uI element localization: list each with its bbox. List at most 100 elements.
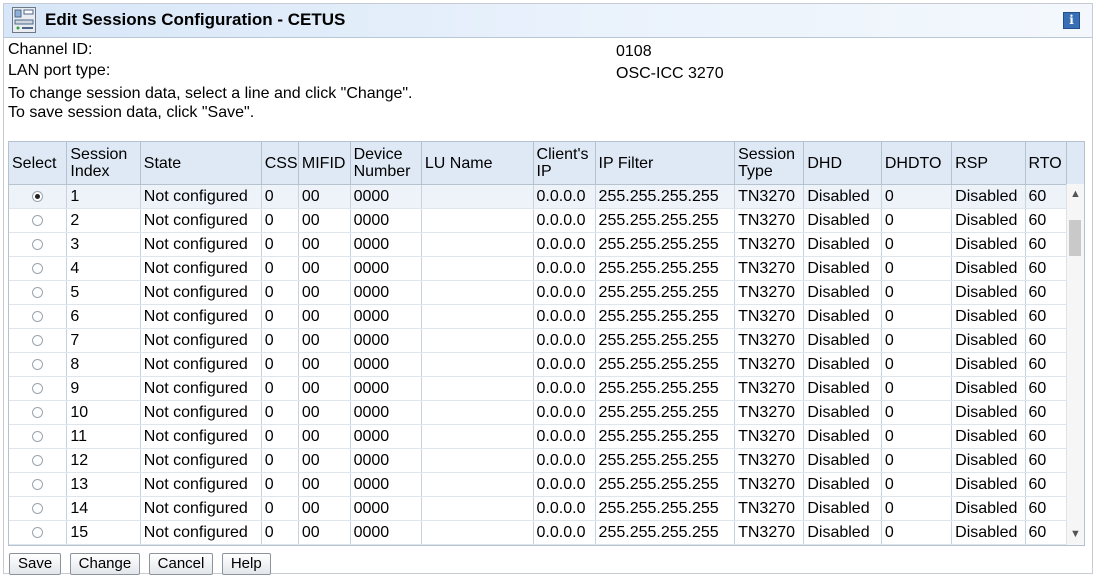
cell-ip-filter: 255.255.255.255 [595,424,736,449]
help-button[interactable]: Help [221,553,271,575]
cell-dhdto: 0 [881,304,953,329]
cell-lu-name [421,256,534,281]
table-row[interactable]: 8 Not configured 0 00 0000 0.0.0.0 255.255.255… [9,352,1068,377]
row-select-radio[interactable] [32,335,44,347]
cell-mifid: 00 [298,496,351,521]
row-select-radio[interactable] [32,215,44,227]
select-cell[interactable] [9,328,68,353]
cell-mifid: 00 [298,472,351,497]
vertical-scrollbar[interactable]: ▲ ▼ [1066,184,1084,545]
cell-rsp: Disabled [951,424,1026,449]
col-header-rsp[interactable]: RSP [951,142,1026,185]
cancel-button[interactable]: Cancel [148,553,214,575]
select-cell[interactable] [9,448,68,473]
cell-device-number: 0000 [350,472,422,497]
row-select-radio[interactable] [32,311,44,323]
row-select-radio[interactable] [32,287,44,299]
cell-session-index: 11 [66,424,141,449]
col-header-clients-ip[interactable]: Client's IP [533,142,596,185]
cell-css: 0 [261,232,299,257]
change-button[interactable]: Change [69,553,141,575]
cell-device-number: 0000 [350,208,422,233]
cell-dhdto: 0 [881,208,953,233]
table-row[interactable]: 14 Not configured 0 00 0000 0.0.0.0 255.255.25… [9,496,1068,521]
row-select-radio[interactable] [32,479,44,491]
table-row[interactable]: 1 Not configured 0 00 0000 0.0.0.0 255.255.255… [9,184,1068,209]
scroll-down-icon[interactable]: ▼ [1067,526,1084,543]
row-select-radio[interactable] [32,407,44,419]
col-header-state[interactable]: State [140,142,262,185]
col-header-dhd[interactable]: DHD [803,142,882,185]
select-cell[interactable] [9,472,68,497]
cell-ip-filter: 255.255.255.255 [595,448,736,473]
row-select-radio[interactable] [32,455,44,467]
save-button[interactable]: Save [9,553,62,575]
table-row[interactable]: 4 Not configured 0 00 0000 0.0.0.0 255.255.255… [9,256,1068,281]
cell-state: Not configured [140,448,262,473]
select-cell[interactable] [9,352,68,377]
table-row[interactable]: 6 Not configured 0 00 0000 0.0.0.0 255.255.255… [9,304,1068,329]
table-row[interactable]: 9 Not configured 0 00 0000 0.0.0.0 255.255.255… [9,376,1068,401]
cell-session-type: TN3270 [734,256,805,281]
table-row[interactable]: 3 Not configured 0 00 0000 0.0.0.0 255.255.255… [9,232,1068,257]
select-cell[interactable] [9,280,68,305]
select-cell[interactable] [9,184,68,209]
table-row[interactable]: 13 Not configured 0 00 0000 0.0.0.0 255.255.25… [9,472,1068,497]
col-header-session-type[interactable]: Session Type [734,142,805,185]
cell-mifid: 00 [298,256,351,281]
cell-lu-name [421,472,534,497]
cell-rsp: Disabled [951,280,1026,305]
cell-ip-filter: 255.255.255.255 [595,472,736,497]
row-select-radio[interactable] [32,263,44,275]
table-row[interactable]: 5 Not configured 0 00 0000 0.0.0.0 255.255.255… [9,280,1068,305]
row-select-radio[interactable] [32,383,44,395]
cell-dhdto: 0 [881,328,953,353]
row-select-radio[interactable] [32,239,44,251]
cell-mifid: 00 [298,424,351,449]
col-header-lu-name[interactable]: LU Name [421,142,534,185]
cell-session-index: 2 [66,208,141,233]
col-header-ip-filter[interactable]: IP Filter [595,142,736,185]
select-cell[interactable] [9,520,68,545]
row-select-radio[interactable] [32,359,44,371]
col-header-css[interactable]: CSS [261,142,299,185]
cell-dhdto: 0 [881,256,953,281]
select-cell[interactable] [9,400,68,425]
cell-session-index: 7 [66,328,141,353]
select-cell[interactable] [9,376,68,401]
row-select-radio[interactable] [32,503,44,515]
cell-rsp: Disabled [951,400,1026,425]
col-header-device-number[interactable]: Device Number [350,142,422,185]
hardware-console-icon [12,7,36,33]
select-cell[interactable] [9,208,68,233]
cell-clients-ip: 0.0.0.0 [533,256,596,281]
select-cell[interactable] [9,304,68,329]
col-header-session-index[interactable]: Session Index [66,142,141,185]
scroll-thumb[interactable] [1069,220,1081,256]
select-cell[interactable] [9,256,68,281]
scroll-up-icon[interactable]: ▲ [1067,186,1084,203]
info-icon[interactable]: i [1063,12,1080,29]
col-header-dhdto[interactable]: DHDTO [881,142,953,185]
table-row[interactable]: 11 Not configured 0 00 0000 0.0.0.0 255.255.25… [9,424,1068,449]
table-row[interactable]: 15 Not configured 0 00 0000 0.0.0.0 255.255.25… [9,520,1068,545]
table-row[interactable]: 7 Not configured 0 00 0000 0.0.0.0 255.255.255… [9,328,1068,353]
table-row[interactable]: 2 Not configured 0 00 0000 0.0.0.0 255.255.255… [9,208,1068,233]
row-select-radio[interactable] [32,527,44,539]
col-header-select[interactable]: Select [9,142,68,185]
col-header-mifid[interactable]: MIFID [298,142,351,185]
window-title: Edit Sessions Configuration - CETUS [45,10,346,29]
cell-ip-filter: 255.255.255.255 [595,280,736,305]
row-select-radio[interactable] [32,191,44,203]
select-cell[interactable] [9,424,68,449]
cell-state: Not configured [140,304,262,329]
cell-clients-ip: 0.0.0.0 [533,184,596,209]
select-cell[interactable] [9,496,68,521]
cell-lu-name [421,400,534,425]
col-header-rto[interactable]: RTO [1025,142,1068,185]
table-row[interactable]: 10 Not configured 0 00 0000 0.0.0.0 255.255.25… [9,400,1068,425]
row-select-radio[interactable] [32,431,44,443]
select-cell[interactable] [9,232,68,257]
cell-lu-name [421,376,534,401]
table-row[interactable]: 12 Not configured 0 00 0000 0.0.0.0 255.255.25… [9,448,1068,473]
